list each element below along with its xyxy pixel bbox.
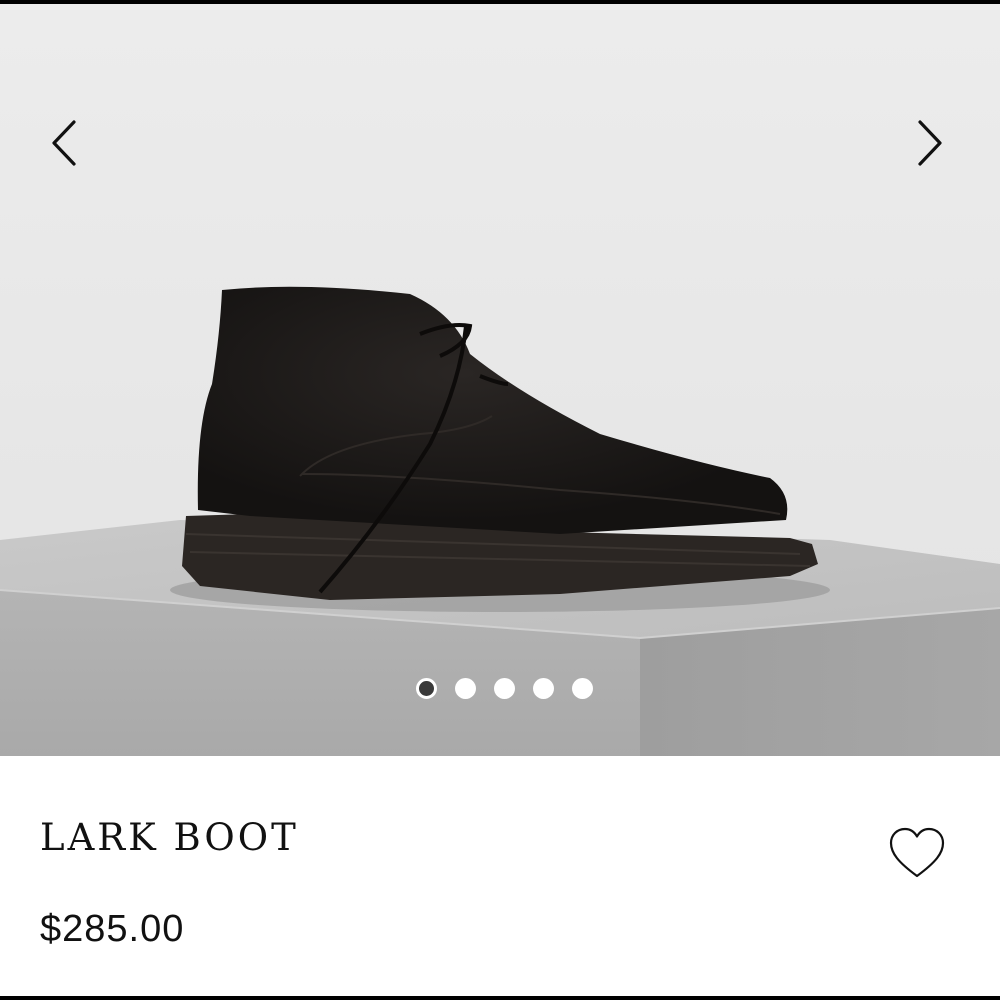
product-image <box>0 4 1000 756</box>
previous-image-button[interactable] <box>42 112 86 172</box>
product-image-gallery[interactable] <box>0 4 1000 756</box>
product-title: LARK BOOT <box>40 816 299 859</box>
carousel-dot-5[interactable] <box>571 678 593 699</box>
carousel-dot-4[interactable] <box>532 678 554 699</box>
chevron-left-icon <box>52 120 76 166</box>
carousel-dot-1[interactable] <box>415 678 437 699</box>
product-detail-screen: LARK BOOT $285.00 <box>0 4 1000 996</box>
heart-outline-icon <box>889 827 945 878</box>
carousel-dot-2[interactable] <box>454 678 476 699</box>
carousel-pagination <box>0 678 1000 702</box>
product-price: $285.00 <box>40 908 185 950</box>
carousel-dot-3[interactable] <box>493 678 515 699</box>
chevron-right-icon <box>918 120 942 166</box>
wishlist-button[interactable] <box>886 824 948 882</box>
next-image-button[interactable] <box>908 112 952 172</box>
